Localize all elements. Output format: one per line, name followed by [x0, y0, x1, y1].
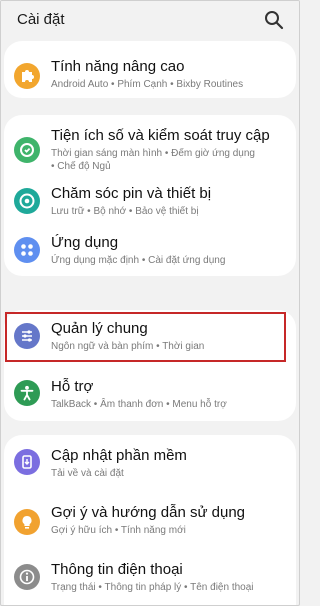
- settings-item-accessibility[interactable]: Hỗ trợ TalkBack • Âm thanh đơn • Menu hỗ…: [4, 364, 296, 421]
- settings-item-summary: TalkBack • Âm thanh đơn • Menu hỗ trợ: [51, 399, 227, 410]
- settings-item-summary: Thời gian sáng màn hình • Đếm giờ ứng dụ…: [51, 148, 255, 159]
- page-title: Cài đặt: [17, 11, 65, 28]
- settings-item-label: Cập nhật phần mềm: [51, 447, 187, 464]
- settings-item-label: Gợi ý và hướng dẫn sử dụng: [51, 504, 246, 521]
- tips-icon: [14, 509, 40, 535]
- info-icon: [14, 564, 40, 590]
- settings-item-advanced-features[interactable]: Tính năng nâng cao Android Auto • Phím C…: [4, 41, 296, 98]
- device-care-icon: [14, 188, 40, 214]
- settings-screen: Cài đặt Tính năng nâng cao Android Auto …: [0, 0, 300, 606]
- search-icon[interactable]: [263, 9, 285, 31]
- settings-item-device-care[interactable]: Chăm sóc pin và thiết bị Lưu trữ • Bộ nh…: [4, 177, 296, 226]
- settings-item-summary: Android Auto • Phím Cạnh • Bixby Routine…: [51, 79, 244, 90]
- settings-item-apps[interactable]: Ứng dụng Ứng dụng mặc định • Cài đặt ứng…: [4, 226, 296, 276]
- app-bar: Cài đặt: [1, 1, 299, 39]
- settings-group-advanced: Tính năng nâng cao Android Auto • Phím C…: [4, 41, 296, 98]
- highlight-box: [5, 312, 286, 362]
- settings-item-label: Ứng dụng: [51, 234, 119, 251]
- settings-item-software-update[interactable]: Cập nhật phần mềm Tải về và cài đặt: [4, 435, 296, 495]
- digital-wellbeing-icon: [14, 137, 40, 163]
- settings-item-summary: Trạng thái • Thông tin pháp lý • Tên điệ…: [51, 582, 254, 593]
- accessibility-icon: [14, 380, 40, 406]
- settings-item-summary: Lưu trữ • Bộ nhớ • Bảo vệ thiết bị: [51, 206, 199, 217]
- settings-group-device: Tiện ích số và kiểm soát truy cập Thời g…: [4, 115, 296, 276]
- software-update-icon: [14, 449, 40, 475]
- puzzle-icon: [14, 63, 40, 89]
- settings-item-about-phone[interactable]: Thông tin điện thoại Trạng thái • Thông …: [4, 551, 296, 605]
- settings-item-label: Chăm sóc pin và thiết bị: [51, 185, 212, 202]
- settings-item-label: Tiện ích số và kiểm soát truy cập: [51, 127, 270, 144]
- settings-group-about: Cập nhật phần mềm Tải về và cài đặt Gợi …: [4, 435, 296, 605]
- settings-item-label: Thông tin điện thoại: [51, 561, 183, 578]
- settings-item-summary: Ứng dụng mặc định • Cài đặt ứng dụng: [51, 255, 226, 266]
- settings-item-summary: Gợi ý hữu ích • Tính năng mới: [51, 525, 186, 536]
- settings-item-digital-wellbeing[interactable]: Tiện ích số và kiểm soát truy cập Thời g…: [4, 115, 296, 177]
- settings-item-label: Tính năng nâng cao: [51, 58, 185, 75]
- settings-item-label: Hỗ trợ: [51, 378, 94, 395]
- settings-item-summary-line2: • Chế độ Ngủ: [51, 161, 111, 172]
- settings-item-tips[interactable]: Gợi ý và hướng dẫn sử dụng Gợi ý hữu ích…: [4, 495, 296, 551]
- settings-item-summary: Tải về và cài đặt: [51, 468, 124, 479]
- apps-icon: [14, 237, 40, 263]
